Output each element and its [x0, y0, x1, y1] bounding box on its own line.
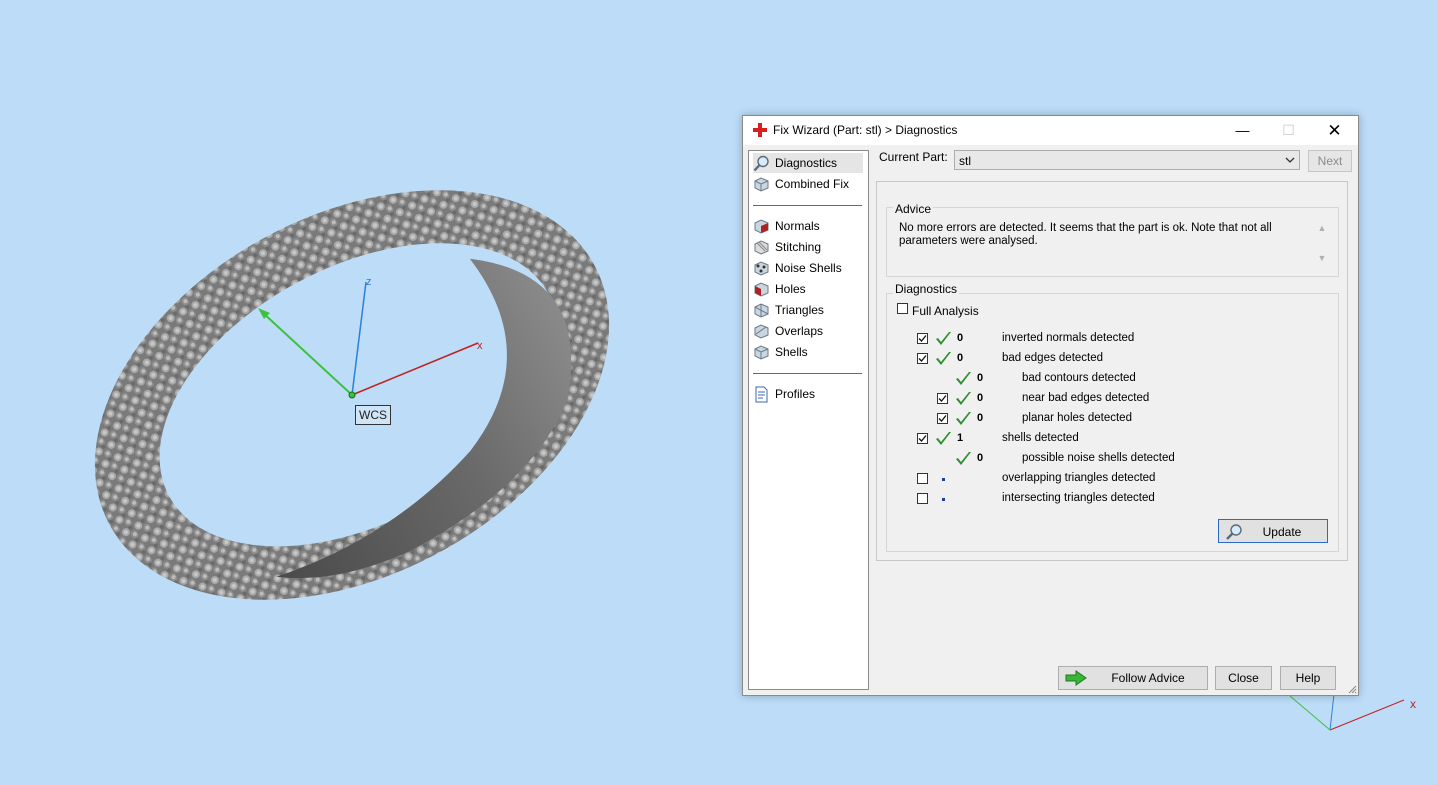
- diagnostic-label: overlapping triangles detected: [1002, 472, 1156, 484]
- triangles-icon: [754, 302, 769, 318]
- current-part-select[interactable]: stl: [954, 150, 1300, 170]
- wcs-label: WCS: [355, 405, 391, 425]
- status-ok-check-icon: [955, 411, 972, 427]
- diagnostic-checkbox[interactable]: [917, 353, 928, 364]
- diagnostic-checkbox[interactable]: [917, 333, 928, 344]
- diagnostic-count: 0: [977, 372, 984, 384]
- corner-axes-indicator: x: [1289, 693, 1416, 731]
- status-pending-dot-icon: [942, 478, 945, 481]
- diagnostic-label: bad edges detected: [1002, 352, 1104, 364]
- diagnostic-label: shells detected: [1002, 432, 1079, 444]
- diagnostic-label: inverted normals detected: [1002, 332, 1135, 344]
- nav-item-normals[interactable]: Normals: [753, 216, 863, 236]
- nav-label: Noise Shells: [775, 261, 842, 275]
- combined-fix-icon: [754, 176, 769, 192]
- nav-item-combined-fix[interactable]: Combined Fix: [753, 174, 863, 194]
- nav-item-noise-shells[interactable]: Noise Shells: [753, 258, 863, 278]
- diagnostic-label: near bad edges detected: [1022, 392, 1150, 404]
- nav-label: Stitching: [775, 240, 822, 254]
- axis-x-label: x: [477, 340, 483, 352]
- diagnostic-label: possible noise shells detected: [1022, 452, 1175, 464]
- magnifier-icon: [753, 155, 769, 171]
- status-ok-check-icon: [935, 331, 952, 347]
- diagnostics-title: Diagnostics: [893, 282, 960, 296]
- status-ok-check-icon: [955, 451, 972, 467]
- diagnostic-row: 0 inverted normals detected: [743, 329, 1343, 349]
- diagnostic-count: 1: [957, 432, 964, 444]
- diagnostic-checkbox[interactable]: [917, 473, 928, 484]
- noise-shells-icon: [754, 260, 769, 276]
- diagnostic-row: 0 possible noise shells detected: [743, 449, 1343, 469]
- nav-item-holes[interactable]: Holes: [753, 279, 863, 299]
- diagnostic-row: 0 near bad edges detected: [743, 389, 1343, 409]
- nav-label: Combined Fix: [775, 177, 850, 191]
- holes-icon: [754, 281, 769, 297]
- status-ok-check-icon: [955, 391, 972, 407]
- diagnostic-checkbox[interactable]: [917, 493, 928, 504]
- nav-item-stitching[interactable]: Stitching: [753, 237, 863, 257]
- status-ok-check-icon: [955, 371, 972, 387]
- stitching-icon: [754, 239, 769, 255]
- fix-wizard-dialog: Fix Wizard (Part: stl) > Diagnostics — ☐…: [742, 115, 1359, 696]
- nav-label: Triangles: [775, 303, 824, 317]
- diagnostic-checkbox[interactable]: [937, 393, 948, 404]
- follow-advice-button[interactable]: Follow Advice: [1058, 666, 1208, 690]
- diagnostic-row: overlapping triangles detected: [743, 469, 1343, 489]
- minimize-button[interactable]: —: [1220, 116, 1265, 145]
- nav-item-triangles[interactable]: Triangles: [753, 300, 863, 320]
- follow-advice-label: Follow Advice: [1111, 671, 1185, 685]
- diagnostic-count: 0: [957, 352, 964, 364]
- diagnostic-label: planar holes detected: [1022, 412, 1132, 424]
- advice-text: No more errors are detected. It seems th…: [899, 222, 1272, 247]
- diagnostic-count: 0: [977, 412, 984, 424]
- full-analysis-label: Full Analysis: [912, 304, 979, 318]
- diagnostic-row: 0 planar holes detected: [743, 409, 1343, 429]
- full-analysis-checkbox[interactable]: [897, 303, 908, 314]
- diagnostic-label: intersecting triangles detected: [1002, 492, 1155, 504]
- maximize-button[interactable]: ☐: [1266, 116, 1311, 145]
- svg-text:x: x: [1410, 697, 1416, 711]
- current-part-value: stl: [959, 154, 971, 168]
- scroll-down-arrow-icon[interactable]: ▼: [1317, 253, 1327, 263]
- chevron-down-icon: [1285, 157, 1295, 163]
- diagnostic-label: bad contours detected: [1022, 372, 1136, 384]
- diagnostic-count: 0: [957, 332, 964, 344]
- diagnostic-checkbox[interactable]: [917, 433, 928, 444]
- axis-z-label: z: [366, 276, 372, 288]
- update-label: Update: [1262, 525, 1302, 539]
- next-button[interactable]: Next: [1308, 150, 1352, 172]
- app-cross-icon: [753, 123, 767, 137]
- nav-label: Normals: [775, 219, 820, 233]
- diagnostic-row: 1 shells detected: [743, 429, 1343, 449]
- scroll-up-arrow-icon[interactable]: ▲: [1317, 223, 1327, 233]
- nav-label: Holes: [775, 282, 806, 296]
- diagnostic-checkbox[interactable]: [937, 413, 948, 424]
- status-pending-dot-icon: [942, 498, 945, 501]
- diagnostic-count: 0: [977, 392, 984, 404]
- status-ok-check-icon: [935, 431, 952, 447]
- current-part-label: Current Part:: [879, 150, 948, 164]
- diagnostic-row: intersecting triangles detected: [743, 489, 1343, 509]
- help-button[interactable]: Help: [1280, 666, 1336, 690]
- resize-grip-icon[interactable]: [1347, 684, 1357, 694]
- diagnostic-count: 0: [977, 452, 984, 464]
- close-window-button[interactable]: ✕: [1312, 116, 1357, 145]
- nav-separator: [753, 205, 862, 206]
- normals-icon: [754, 218, 769, 234]
- close-button[interactable]: Close: [1215, 666, 1272, 690]
- status-ok-check-icon: [935, 351, 952, 367]
- update-button[interactable]: Update: [1218, 519, 1328, 543]
- diagnostic-row: 0 bad edges detected: [743, 349, 1343, 369]
- diagnostic-row: 0 bad contours detected: [743, 369, 1343, 389]
- nav-item-diagnostics[interactable]: Diagnostics: [753, 153, 863, 173]
- arrow-right-icon: [1065, 670, 1087, 686]
- title-bar[interactable]: Fix Wizard (Part: stl) > Diagnostics — ☐…: [743, 116, 1358, 145]
- window-title: Fix Wizard (Part: stl) > Diagnostics: [773, 123, 958, 137]
- nav-label: Diagnostics: [775, 156, 838, 170]
- advice-title: Advice: [893, 202, 934, 216]
